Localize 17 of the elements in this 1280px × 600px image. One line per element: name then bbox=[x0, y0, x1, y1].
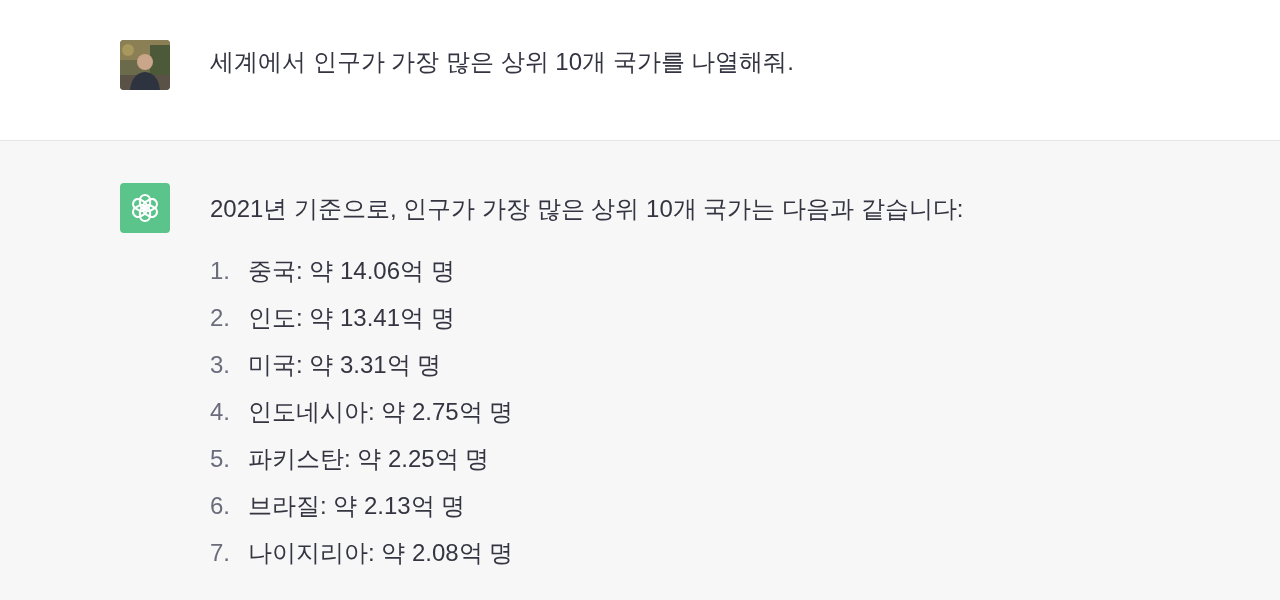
list-item: 미국: 약 3.31억 명 bbox=[248, 349, 442, 380]
list-number: 2. bbox=[210, 302, 231, 333]
list-item: 인도: 약 13.41억 명 bbox=[248, 302, 455, 333]
list-number: 6. bbox=[210, 490, 231, 521]
logo-icon bbox=[120, 183, 170, 233]
list-number: 7. bbox=[210, 537, 231, 568]
message-text: 2021년 기준으로, 인구가 가장 많은 상위 10개 국가는 다음과 같습니다: bbox=[210, 194, 964, 224]
list-item: 브라질: 약 2.13억 명 bbox=[248, 490, 466, 521]
list-number: 1. bbox=[210, 255, 231, 286]
list-item: 중국: 약 14.06억 명 bbox=[248, 255, 455, 286]
list-number: 3. bbox=[210, 349, 231, 380]
message-text: 세계에서 인구가 가장 많은 상위 10개 국가를 나열해줘. bbox=[210, 47, 795, 77]
list-item: 나이지리아: 약 2.08억 명 bbox=[248, 537, 514, 568]
list-item: 파키스탄: 약 2.25억 명 bbox=[248, 443, 490, 474]
list-number: 4. bbox=[210, 396, 231, 427]
list-number: 5. bbox=[210, 443, 231, 474]
list-item: 인도네시아: 약 2.75억 명 bbox=[248, 396, 514, 427]
